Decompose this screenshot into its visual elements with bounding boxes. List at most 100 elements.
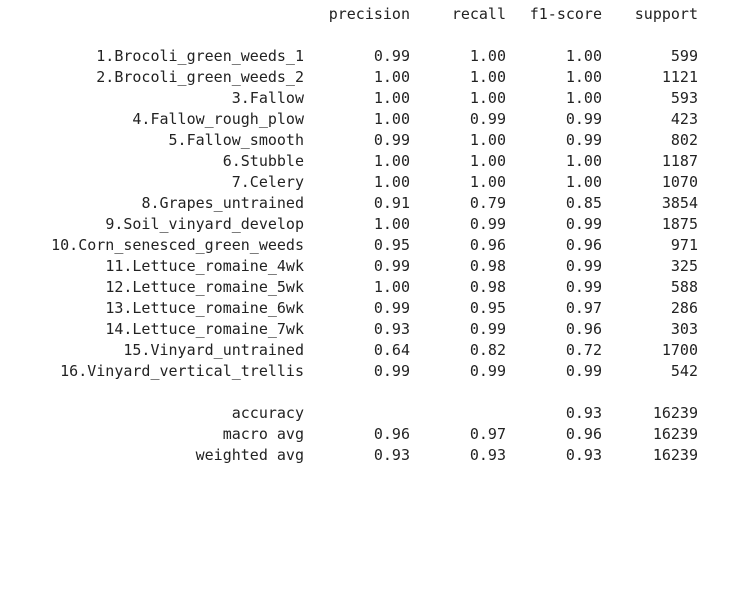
precision-value: 0.99 bbox=[373, 299, 410, 317]
summary-label: accuracy bbox=[231, 404, 304, 422]
class-row: 2.Brocoli_green_weeds_2 1.00 1.00 1.00 1… bbox=[0, 67, 698, 88]
header-f1-score: f1-score bbox=[529, 5, 602, 23]
class-label: 7.Celery bbox=[231, 173, 304, 191]
summary-row-accuracy: accuracy 0.93 16239 bbox=[0, 403, 698, 424]
header-precision: precision bbox=[328, 5, 410, 23]
recall-value: 0.98 bbox=[469, 278, 506, 296]
class-row: 10.Corn_senesced_green_weeds 0.95 0.96 0… bbox=[0, 235, 698, 256]
f1-value: 0.72 bbox=[565, 341, 602, 359]
support-value: 3854 bbox=[661, 194, 698, 212]
recall-value: 1.00 bbox=[469, 47, 506, 65]
support-value: 16239 bbox=[652, 446, 698, 464]
f1-value: 0.96 bbox=[565, 236, 602, 254]
precision-value: 0.93 bbox=[373, 446, 410, 464]
class-row: 4.Fallow_rough_plow 1.00 0.99 0.99 423 bbox=[0, 109, 698, 130]
precision-value: 0.95 bbox=[373, 236, 410, 254]
recall-value: 1.00 bbox=[469, 89, 506, 107]
class-row: 12.Lettuce_romaine_5wk 1.00 0.98 0.99 58… bbox=[0, 277, 698, 298]
support-value: 802 bbox=[670, 131, 698, 149]
class-label: 15.Vinyard_untrained bbox=[123, 341, 304, 359]
support-value: 599 bbox=[670, 47, 698, 65]
class-row: 16.Vinyard_vertical_trellis 0.99 0.99 0.… bbox=[0, 361, 698, 382]
precision-value: 0.99 bbox=[373, 131, 410, 149]
class-label: 3.Fallow bbox=[231, 89, 304, 107]
f1-value: 1.00 bbox=[565, 47, 602, 65]
support-value: 423 bbox=[670, 110, 698, 128]
class-label: 5.Fallow_smooth bbox=[168, 131, 304, 149]
recall-value: 0.79 bbox=[469, 194, 506, 212]
support-value: 971 bbox=[670, 236, 698, 254]
support-value: 325 bbox=[670, 257, 698, 275]
recall-value: 0.95 bbox=[469, 299, 506, 317]
f1-value: 0.99 bbox=[565, 362, 602, 380]
class-row: 1.Brocoli_green_weeds_1 0.99 1.00 1.00 5… bbox=[0, 46, 698, 67]
class-row: 13.Lettuce_romaine_6wk 0.99 0.95 0.97 28… bbox=[0, 298, 698, 319]
class-label: 6.Stubble bbox=[222, 152, 304, 170]
recall-value: 0.99 bbox=[469, 320, 506, 338]
class-label: 2.Brocoli_green_weeds_2 bbox=[96, 68, 304, 86]
support-value: 1121 bbox=[661, 68, 698, 86]
summary-row-weighted-avg: weighted avg 0.93 0.93 0.93 16239 bbox=[0, 445, 698, 466]
recall-value: 0.96 bbox=[469, 236, 506, 254]
f1-value: 0.99 bbox=[565, 278, 602, 296]
class-label: 11.Lettuce_romaine_4wk bbox=[105, 257, 304, 275]
f1-value: 0.97 bbox=[565, 299, 602, 317]
precision-value: 1.00 bbox=[373, 152, 410, 170]
header-recall: recall bbox=[451, 5, 506, 23]
precision-value: 1.00 bbox=[373, 215, 410, 233]
class-label: 16.Vinyard_vertical_trellis bbox=[60, 362, 304, 380]
support-value: 1070 bbox=[661, 173, 698, 191]
f1-value: 1.00 bbox=[565, 152, 602, 170]
header-row: precision recall f1-score support bbox=[0, 4, 698, 25]
f1-value: 0.93 bbox=[565, 404, 602, 422]
precision-value: 0.99 bbox=[373, 362, 410, 380]
precision-value: 1.00 bbox=[373, 278, 410, 296]
recall-value: 0.82 bbox=[469, 341, 506, 359]
support-value: 16239 bbox=[652, 404, 698, 422]
recall-value: 1.00 bbox=[469, 131, 506, 149]
support-value: 1875 bbox=[661, 215, 698, 233]
recall-value: 1.00 bbox=[469, 68, 506, 86]
precision-value: 0.99 bbox=[373, 257, 410, 275]
class-row: 6.Stubble 1.00 1.00 1.00 1187 bbox=[0, 151, 698, 172]
f1-value: 1.00 bbox=[565, 173, 602, 191]
f1-value: 0.99 bbox=[565, 215, 602, 233]
class-row: 3.Fallow 1.00 1.00 1.00 593 bbox=[0, 88, 698, 109]
support-value: 542 bbox=[670, 362, 698, 380]
f1-value: 0.93 bbox=[565, 446, 602, 464]
summary-label: macro avg bbox=[222, 425, 304, 443]
f1-value: 0.99 bbox=[565, 131, 602, 149]
support-value: 593 bbox=[670, 89, 698, 107]
f1-value: 0.99 bbox=[565, 257, 602, 275]
class-label: 10.Corn_senesced_green_weeds bbox=[51, 236, 304, 254]
class-row: 7.Celery 1.00 1.00 1.00 1070 bbox=[0, 172, 698, 193]
precision-value: 1.00 bbox=[373, 110, 410, 128]
support-value: 1187 bbox=[661, 152, 698, 170]
class-label: 9.Soil_vinyard_develop bbox=[105, 215, 304, 233]
precision-value: 0.96 bbox=[373, 425, 410, 443]
summary-row-macro-avg: macro avg 0.96 0.97 0.96 16239 bbox=[0, 424, 698, 445]
class-row: 14.Lettuce_romaine_7wk 0.93 0.99 0.96 30… bbox=[0, 319, 698, 340]
f1-value: 0.96 bbox=[565, 425, 602, 443]
f1-value: 1.00 bbox=[565, 89, 602, 107]
class-row: 5.Fallow_smooth 0.99 1.00 0.99 802 bbox=[0, 130, 698, 151]
summary-label: weighted avg bbox=[195, 446, 304, 464]
class-label: 14.Lettuce_romaine_7wk bbox=[105, 320, 304, 338]
support-value: 303 bbox=[670, 320, 698, 338]
class-label: 8.Grapes_untrained bbox=[141, 194, 304, 212]
recall-value: 1.00 bbox=[469, 152, 506, 170]
class-row: 15.Vinyard_untrained 0.64 0.82 0.72 1700 bbox=[0, 340, 698, 361]
f1-value: 0.85 bbox=[565, 194, 602, 212]
support-value: 286 bbox=[670, 299, 698, 317]
recall-value: 0.97 bbox=[469, 425, 506, 443]
recall-value: 0.99 bbox=[469, 215, 506, 233]
precision-value: 1.00 bbox=[373, 89, 410, 107]
f1-value: 0.96 bbox=[565, 320, 602, 338]
recall-value: 0.93 bbox=[469, 446, 506, 464]
f1-value: 0.99 bbox=[565, 110, 602, 128]
precision-value: 1.00 bbox=[373, 68, 410, 86]
support-value: 1700 bbox=[661, 341, 698, 359]
recall-value: 0.99 bbox=[469, 362, 506, 380]
header-support: support bbox=[634, 5, 698, 23]
